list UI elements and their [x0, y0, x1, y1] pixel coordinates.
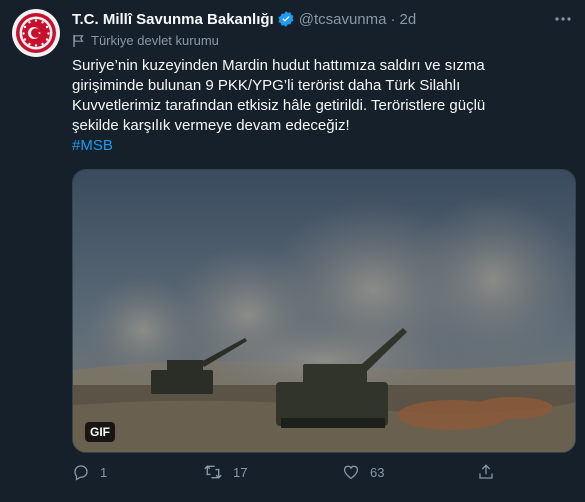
- like-icon: [343, 465, 359, 480]
- share-icon: [479, 464, 493, 479]
- tweet-actions: 1 17 63: [72, 463, 532, 491]
- reply-button[interactable]: 1: [72, 463, 107, 481]
- account-handle[interactable]: @tcsavunma: [299, 11, 387, 28]
- more-icon[interactable]: [553, 9, 573, 33]
- tweet-media-gif[interactable]: GIF: [72, 169, 576, 453]
- artillery-gif-image: [73, 170, 575, 452]
- tweet-text: Suriye’nin kuzeyinden Mardin hudut hattı…: [72, 57, 486, 134]
- account-name[interactable]: T.C. Millî Savunma Bakanlığı: [72, 11, 274, 28]
- retweet-count: 17: [233, 464, 248, 480]
- government-label-text: Türkiye devlet kurumu: [91, 33, 219, 48]
- header-separator: ·: [390, 10, 396, 28]
- like-count: 63: [370, 464, 385, 480]
- verified-badge-icon: [278, 11, 294, 27]
- ministry-seal-logo: [16, 13, 56, 53]
- government-label[interactable]: Türkiye devlet kurumu: [72, 33, 219, 48]
- flag-icon: [73, 34, 84, 47]
- hashtag-link[interactable]: #MSB: [72, 137, 113, 154]
- account-avatar[interactable]: [12, 9, 60, 57]
- like-button[interactable]: 63: [342, 463, 384, 481]
- reply-icon: [74, 465, 88, 481]
- gif-badge: GIF: [85, 422, 115, 442]
- retweet-icon: [204, 465, 222, 479]
- retweet-button[interactable]: 17: [203, 463, 247, 481]
- tweet-timestamp[interactable]: 2d: [399, 11, 416, 28]
- tweet-header: T.C. Millî Savunma Bakanlığı @tcsavunma …: [72, 9, 573, 29]
- share-button[interactable]: [477, 463, 505, 481]
- reply-count: 1: [100, 464, 108, 480]
